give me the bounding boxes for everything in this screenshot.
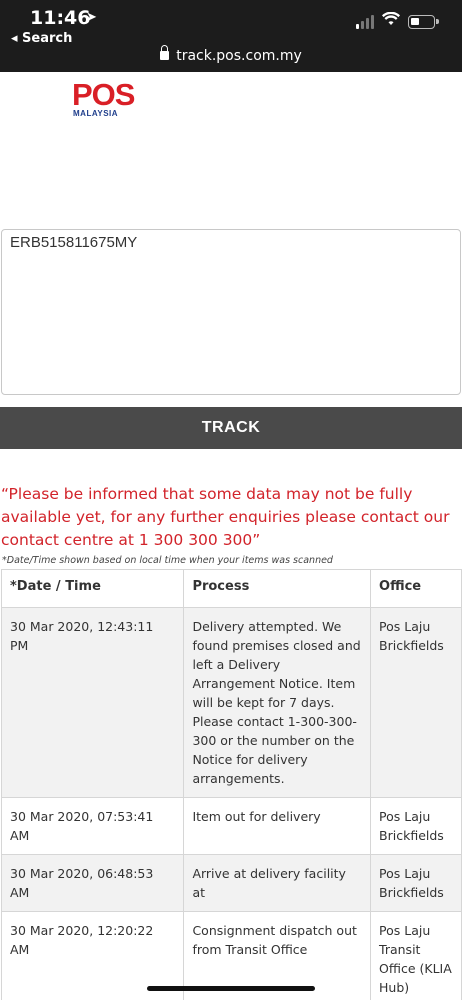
cell-datetime: 30 Mar 2020, 12:43:11 PM [0,607,185,798]
table-row: 30 Mar 2020, 07:53:41 AM Item out for de… [0,797,462,855]
cell-office: Pos Laju Brickfields [370,797,462,855]
cellular-signal-icon [356,15,376,29]
battery-icon [408,15,439,29]
track-button[interactable]: TRACK [0,407,462,449]
column-header-datetime: *Date / Time [0,569,185,608]
column-header-process: Process [183,569,372,608]
timezone-footnote: *Date/Time shown based on local time whe… [2,555,333,566]
table-row: 30 Mar 2020, 06:48:53 AM Arrive at deliv… [0,854,462,912]
cell-office: Pos Laju Brickfields [370,854,462,912]
cell-process: Item out for delivery [183,797,372,855]
clock: 11:46 [30,7,91,29]
tracking-number-input[interactable] [1,229,461,395]
cell-datetime: 30 Mar 2020, 06:48:53 AM [0,854,185,912]
cell-office: Pos Laju Brickfields [370,607,462,798]
cell-process: Delivery attempted. We found premises cl… [183,607,372,798]
cell-office: Pos Laju Transit Office (KLIA Hub) [370,911,462,1000]
table-header-row: *Date / Time Process Office [0,569,462,608]
cell-process: Arrive at delivery facility at [183,854,372,912]
logo-wordmark: POS [72,77,135,112]
home-indicator[interactable] [147,986,315,991]
table-row: 30 Mar 2020, 12:43:11 PM Delivery attemp… [0,607,462,798]
lock-icon [160,45,170,60]
back-to-search-link[interactable]: ◂ Search [11,31,72,46]
status-bar: 11:46 ➤ ◂ Search track.pos.com.my [0,0,462,72]
tracking-events-table: *Date / Time Process Office 30 Mar 2020,… [0,569,462,1000]
address-bar[interactable]: track.pos.com.my [0,45,462,64]
data-availability-notice: “Please be informed that some data may n… [1,485,450,549]
url-text: track.pos.com.my [176,48,302,64]
column-header-office: Office [370,569,462,608]
location-arrow-icon: ➤ [86,9,97,24]
wifi-icon [382,11,400,31]
cell-datetime: 30 Mar 2020, 07:53:41 AM [0,797,185,855]
pos-malaysia-logo[interactable]: POS MALAYSIA [72,77,135,118]
